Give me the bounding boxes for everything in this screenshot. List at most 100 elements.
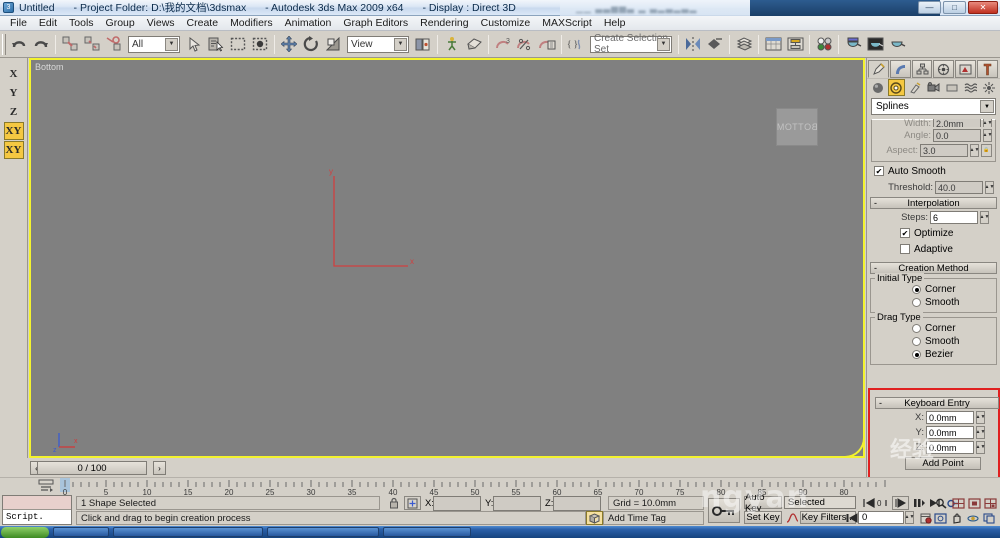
axis-constraint-z[interactable]: Z [4, 103, 24, 121]
add-time-tag[interactable]: Add Time Tag [603, 511, 704, 525]
utilities-tab[interactable] [977, 60, 998, 78]
render-setup-icon[interactable] [843, 33, 863, 55]
drag-type-corner-row[interactable]: Corner [912, 322, 993, 335]
initial-type-smooth-radio[interactable] [912, 298, 921, 307]
zoom-extents-icon[interactable] [966, 496, 983, 510]
field-of-view-icon[interactable] [932, 511, 949, 525]
mini-listener-prompt[interactable]: Script. [3, 510, 71, 524]
kbd-z-value[interactable]: 0.0mm [926, 440, 974, 454]
angle-spinner[interactable]: ▲▼ [983, 128, 992, 142]
kbd-x-value[interactable]: 0.0mm [926, 410, 974, 424]
minimize-button[interactable]: — [918, 1, 941, 14]
pan-view-icon[interactable] [948, 511, 965, 525]
axis-constraint-y[interactable]: Y [4, 84, 24, 102]
collapse-icon[interactable]: - [874, 263, 877, 273]
unlink-selection-icon[interactable] [82, 33, 102, 55]
edit-named-selection-sets-icon[interactable]: { } [566, 33, 586, 55]
play-animation-icon[interactable] [892, 496, 909, 510]
chevron-down-icon[interactable]: ▼ [165, 37, 178, 51]
kbd-y-value[interactable]: 0.0mm [926, 425, 974, 439]
menu-edit[interactable]: Edit [33, 16, 63, 30]
angle-value[interactable]: 0.0 [933, 128, 981, 142]
bind-to-space-warp-icon[interactable] [104, 33, 124, 55]
percent-snap-toggle-icon[interactable] [515, 33, 535, 55]
taskbar-item[interactable] [267, 527, 379, 537]
select-object-icon[interactable] [184, 33, 204, 55]
aspect-spinner[interactable]: ▲▼ [970, 143, 979, 157]
adaptive-row[interactable]: Adaptive [900, 242, 997, 256]
absolute-relative-mode-icon[interactable] [404, 496, 421, 510]
maxscript-mini-listener[interactable]: Script. [2, 495, 72, 525]
track-bar-icon[interactable] [38, 479, 54, 493]
viewport-bottom[interactable]: Bottom y x z x BOTTOM [29, 58, 865, 458]
kbd-z-spinner[interactable]: ▲▼ [976, 440, 985, 454]
taskbar-item[interactable] [113, 527, 263, 537]
axis-constraint-xy[interactable]: XY [3, 122, 24, 140]
zoom-icon[interactable] [932, 496, 949, 510]
view-cube[interactable]: BOTTOM [776, 108, 818, 146]
curve-editor-icon[interactable] [763, 33, 783, 55]
close-button[interactable]: ✕ [968, 1, 998, 14]
space-warps-category-icon[interactable] [962, 79, 980, 96]
angle-snap-toggle-icon[interactable]: 3 [493, 33, 513, 55]
chevron-down-icon[interactable]: ▼ [980, 100, 994, 113]
geometry-category-icon[interactable] [869, 79, 887, 96]
key-mode-toggle-button[interactable] [708, 498, 740, 523]
helpers-category-icon[interactable] [943, 79, 961, 96]
reference-coordinate-system-combo[interactable]: View ▼ [347, 35, 409, 53]
current-frame-spinner[interactable]: ▲▼ [905, 511, 914, 524]
motion-tab[interactable] [933, 60, 955, 78]
menu-file[interactable]: File [4, 16, 33, 30]
initial-type-corner-radio[interactable] [912, 285, 921, 294]
redo-icon[interactable] [31, 33, 51, 55]
maximize-viewport-toggle-icon[interactable] [980, 511, 997, 525]
lock-icon[interactable]: 🔒 [981, 143, 992, 157]
steps-value[interactable]: 6 [930, 210, 978, 224]
drag-type-bezier-radio[interactable] [912, 350, 921, 359]
menu-maxscript[interactable]: MAXScript [536, 16, 598, 30]
taskbar-item[interactable] [383, 527, 471, 537]
hierarchy-tab[interactable] [911, 60, 933, 78]
time-slider-handle[interactable]: 0 / 100 [37, 461, 147, 475]
drag-type-smooth-row[interactable]: Smooth [912, 335, 993, 348]
time-tag-icon[interactable] [586, 511, 603, 525]
set-key-curve-icon[interactable] [784, 511, 801, 525]
optimize-row[interactable]: ✔ Optimize [900, 226, 997, 240]
menu-animation[interactable]: Animation [279, 16, 338, 30]
viewport-label[interactable]: Bottom [35, 62, 64, 72]
selection-filter-combo[interactable]: All ▼ [128, 35, 180, 53]
keyboard-entry-rollout-header[interactable]: - Keyboard Entry [875, 397, 999, 409]
initial-type-smooth-row[interactable]: Smooth [912, 296, 993, 309]
axis-constraint-plane-cycle[interactable]: XY [3, 141, 24, 159]
schematic-view-icon[interactable] [785, 33, 805, 55]
menu-views[interactable]: Views [141, 16, 181, 30]
set-key-button[interactable]: Set Key [744, 511, 782, 524]
track-bar[interactable]: 0 5 10 15 20 25 30 35 40 45 50 55 60 65 … [0, 477, 1000, 496]
zoom-extents-all-icon[interactable] [982, 496, 999, 510]
y-coord-field[interactable] [493, 496, 541, 511]
taskbar-item[interactable] [53, 527, 109, 537]
steps-spinner[interactable]: ▲▼ [980, 210, 989, 224]
kbd-y-spinner[interactable]: ▲▼ [976, 425, 985, 439]
selection-list-dropdown[interactable]: Selected [784, 496, 856, 509]
z-coord-field[interactable] [553, 496, 601, 511]
menu-help[interactable]: Help [598, 16, 632, 30]
maximize-button[interactable]: □ [943, 1, 966, 14]
menu-tools[interactable]: Tools [63, 16, 100, 30]
material-editor-icon[interactable] [814, 33, 834, 55]
select-and-manipulate-icon[interactable] [442, 33, 462, 55]
menu-customize[interactable]: Customize [475, 16, 537, 30]
align-icon[interactable] [705, 33, 725, 55]
axis-constraint-x[interactable]: X [4, 65, 24, 83]
optimize-checkbox[interactable]: ✔ [900, 228, 910, 238]
select-and-link-icon[interactable] [60, 33, 80, 55]
chevron-down-icon[interactable]: ▼ [657, 37, 670, 51]
use-pivot-point-center-icon[interactable] [413, 33, 433, 55]
lights-category-icon[interactable] [906, 79, 924, 96]
select-by-name-icon[interactable] [206, 33, 226, 55]
object-type-dropdown[interactable]: Splines ▼ [871, 98, 996, 115]
render-production-icon[interactable] [887, 33, 907, 55]
create-tab[interactable] [868, 60, 889, 78]
modify-tab[interactable] [889, 60, 911, 78]
auto-key-button[interactable]: Auto Key [744, 492, 782, 514]
